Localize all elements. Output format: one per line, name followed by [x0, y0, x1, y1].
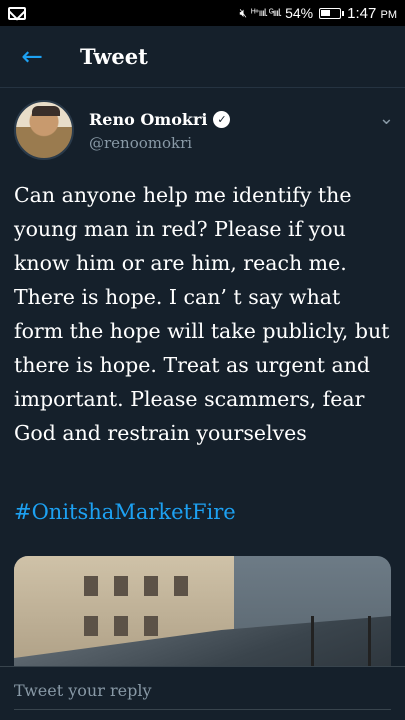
battery-icon [319, 7, 345, 19]
tweet-author: Reno Omokri ✓ @renoomokri ⌄ [14, 100, 394, 164]
mail-icon [8, 6, 26, 20]
clock: 1:47 PM [347, 4, 397, 22]
mute-icon: 🔇︎ [239, 5, 248, 20]
reply-divider [14, 709, 391, 710]
chevron-down-icon[interactable]: ⌄ [379, 108, 394, 129]
arrow-left-icon: ← [21, 41, 43, 72]
back-button[interactable]: ← [0, 26, 64, 88]
signal-icon: ᴴ⁺ıııl. ᴳıııl. [251, 7, 282, 19]
hashtag-link[interactable]: #OnitshaMarketFire [14, 500, 236, 524]
battery-percent: 54% [285, 5, 314, 21]
reply-input[interactable]: Tweet your reply [14, 681, 391, 700]
author-handle[interactable]: @renoomokri [89, 134, 230, 152]
avatar[interactable] [14, 100, 74, 160]
verified-check-icon: ✓ [213, 111, 231, 128]
author-name[interactable]: Reno Omokri [89, 110, 207, 129]
tweet-text: Can anyone help me identify the young ma… [14, 183, 390, 445]
status-bar: 🔇︎ ᴴ⁺ıııl. ᴳıııl. 54% 1:47 PM [0, 0, 405, 26]
reply-bar[interactable]: Tweet your reply [0, 666, 405, 720]
app-bar: ← Tweet [0, 26, 405, 88]
page-title: Tweet [80, 44, 148, 69]
